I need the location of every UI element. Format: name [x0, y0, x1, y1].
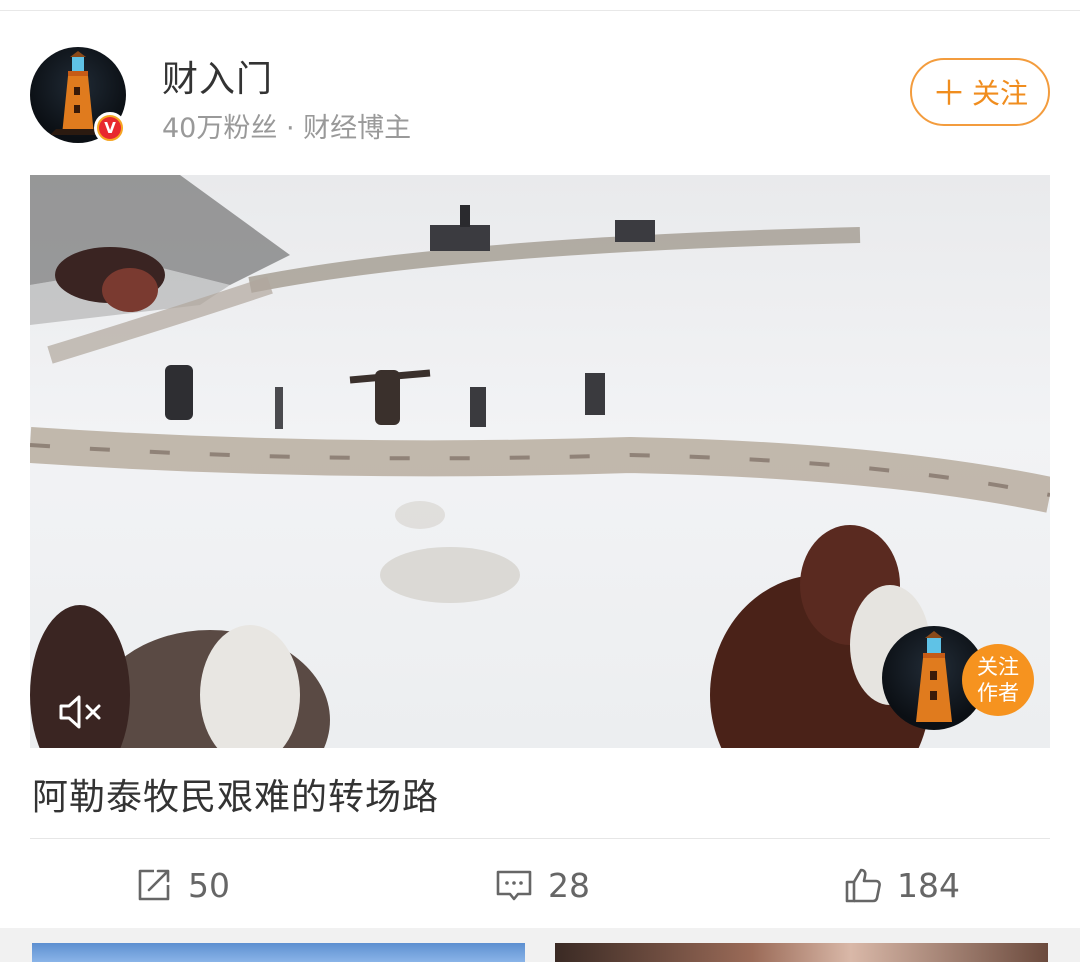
mute-icon[interactable] — [58, 692, 108, 732]
follow-button[interactable]: ＋ 关注 — [910, 58, 1050, 126]
author-name[interactable]: 财入门 — [162, 50, 273, 102]
repost-button[interactable]: 50 — [134, 860, 230, 910]
like-icon — [845, 868, 881, 903]
verified-badge: V — [94, 112, 126, 144]
comment-icon — [496, 870, 532, 901]
follow-author-button[interactable]: 关注 作者 — [962, 644, 1034, 716]
top-divider — [0, 10, 1080, 11]
actions-divider — [30, 838, 1050, 839]
post-title[interactable]: 阿勒泰牧民艰难的转场路 — [32, 768, 439, 820]
next-post-thumbnail[interactable] — [555, 943, 1048, 962]
repost-icon — [138, 869, 170, 901]
comment-count: 28 — [548, 865, 590, 905]
author-meta: 40万粉丝 · 财经博主 — [162, 113, 412, 144]
comment-button[interactable]: 28 — [494, 860, 590, 910]
follow-label: 关注 — [971, 77, 1028, 110]
plus-icon: ＋ — [931, 74, 966, 114]
repost-count: 50 — [188, 865, 230, 905]
like-button[interactable]: 184 — [843, 860, 960, 910]
next-post-thumbnail[interactable] — [32, 943, 525, 962]
like-count: 184 — [897, 865, 960, 905]
